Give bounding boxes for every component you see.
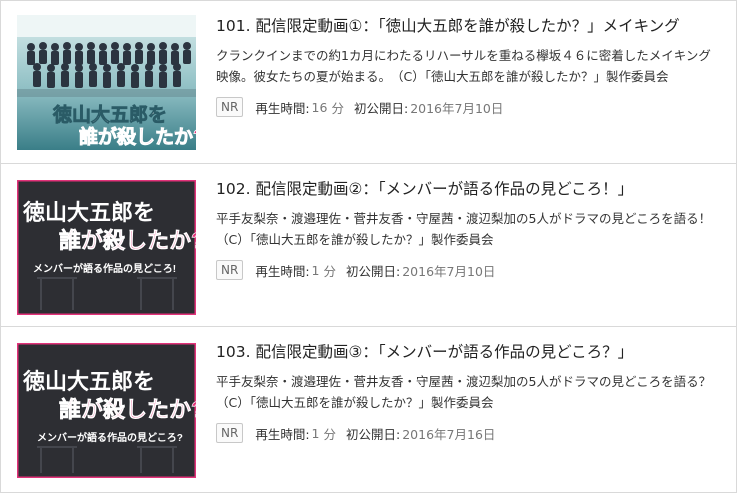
- thumb-caption: メンバーが語る作品の見どころ?: [37, 431, 183, 444]
- thumbnail-image: 徳山大五郎を 誰が殺したか? メンバーが語る作品の見どころ!: [17, 180, 196, 315]
- thumb-line2: 誰が殺したか?: [59, 228, 196, 253]
- episode-thumbnail[interactable]: 徳山大五郎を 誰が殺したか? メンバーが語る作品の見どころ?: [17, 343, 196, 478]
- runtime-label: 再生時間:: [255, 263, 310, 279]
- thumb-line2: 誰が殺したか?: [79, 125, 196, 148]
- episode-description: 平手友梨奈・渡邉理佐・菅井友香・守屋茜・渡辺梨加の5人がドラマの見どころを語る？…: [216, 374, 724, 410]
- thumb-line1: 徳山大五郎を: [22, 369, 155, 394]
- rating-badge: NR: [216, 260, 244, 280]
- runtime-value: 16: [311, 99, 328, 115]
- runtime-value: 1: [311, 425, 320, 441]
- episode-description: クランクインまでの約1カ月にわたるリハーサルを重ねる欅坂４６に密着したメイキング…: [216, 48, 711, 84]
- episode-info: 102. 配信限定動画②：「メンバーが語る作品の見どころ！」 平手友梨奈・渡邉理…: [216, 178, 724, 280]
- runtime-value: 1: [311, 262, 320, 278]
- rating-badge: NR: [216, 97, 244, 117]
- thumb-line1: 徳山大五郎を: [52, 103, 167, 126]
- episode-info: 103. 配信限定動画③：「メンバーが語る作品の見どころ？」 平手友梨奈・渡邉理…: [216, 341, 724, 443]
- thumbnail-image: 徳山大五郎を 誰が殺したか?: [17, 15, 196, 150]
- episode-list: 徳山大五郎を 誰が殺したか? 101. 配信限定動画①：「徳山大五郎を誰が殺した…: [0, 0, 737, 493]
- list-item[interactable]: 徳山大五郎を 誰が殺したか? 101. 配信限定動画①：「徳山大五郎を誰が殺した…: [1, 1, 736, 164]
- episode-thumbnail[interactable]: 徳山大五郎を 誰が殺したか?: [17, 15, 196, 150]
- list-item[interactable]: 徳山大五郎を 誰が殺したか? メンバーが語る作品の見どころ! 102. 配信限定…: [1, 164, 736, 327]
- episode-title[interactable]: 101. 配信限定動画①：「徳山大五郎を誰が殺したか？」メイキング: [216, 15, 722, 37]
- rating-badge: NR: [216, 423, 244, 443]
- date-label: 初公開日:: [353, 100, 409, 116]
- date-label: 初公開日:: [346, 263, 401, 279]
- runtime-label: 再生時間:: [255, 100, 310, 116]
- runtime-unit: 分: [331, 100, 344, 116]
- episode-meta: NR 再生時間: 16 分 初公開日: 2016年7月10日: [216, 97, 722, 117]
- date-value: 2016年7月10日: [410, 100, 504, 116]
- episode-thumbnail[interactable]: 徳山大五郎を 誰が殺したか? メンバーが語る作品の見どころ!: [17, 180, 196, 315]
- thumbnail-image: 徳山大五郎を 誰が殺したか? メンバーが語る作品の見どころ?: [17, 343, 196, 478]
- episode-description: 平手友梨奈・渡邉理佐・菅井友香・守屋茜・渡辺梨加の5人がドラマの見どころを語る！…: [216, 211, 724, 247]
- episode-title[interactable]: 102. 配信限定動画②：「メンバーが語る作品の見どころ！」: [216, 178, 722, 200]
- list-item[interactable]: 徳山大五郎を 誰が殺したか? メンバーが語る作品の見どころ? 103. 配信限定…: [1, 327, 736, 491]
- runtime-unit: 分: [323, 426, 337, 442]
- episode-title[interactable]: 103. 配信限定動画③：「メンバーが語る作品の見どころ？」: [216, 341, 722, 363]
- episode-meta: NR 再生時間: 1 分 初公開日: 2016年7月16日: [216, 423, 722, 443]
- thumb-line1: 徳山大五郎を: [22, 200, 155, 225]
- date-value: 2016年7月10日: [402, 263, 496, 279]
- runtime-unit: 分: [323, 263, 337, 279]
- thumb-line2: 誰が殺したか?: [59, 397, 196, 422]
- date-label: 初公開日:: [346, 426, 401, 442]
- thumb-caption: メンバーが語る作品の見どころ!: [33, 262, 176, 275]
- episode-info: 101. 配信限定動画①：「徳山大五郎を誰が殺したか？」メイキング クランクイン…: [216, 15, 722, 117]
- episode-meta: NR 再生時間: 1 分 初公開日: 2016年7月10日: [216, 260, 722, 280]
- runtime-label: 再生時間:: [255, 426, 310, 442]
- date-value: 2016年7月16日: [402, 426, 496, 442]
